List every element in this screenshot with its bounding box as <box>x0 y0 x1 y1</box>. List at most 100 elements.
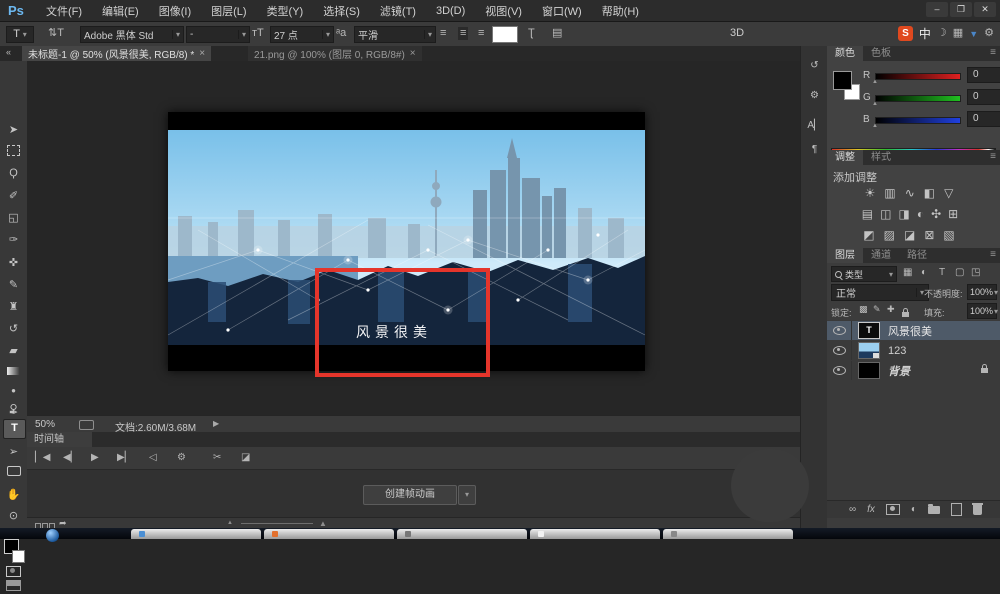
vibrance-icon[interactable]: ▽ <box>944 186 962 200</box>
split-clip-icon[interactable]: ✂ <box>213 452 221 463</box>
font-size-select[interactable]: 27 点▾ <box>270 26 334 43</box>
ime-logo-icon[interactable]: S <box>898 26 913 41</box>
green-value-field[interactable]: 0 <box>967 89 1000 105</box>
path-selection-tool[interactable]: ➢ <box>0 445 27 458</box>
lock-all-icon[interactable] <box>902 312 909 317</box>
ime-skin-icon[interactable]: ▼ <box>969 29 978 39</box>
background-color-swatch[interactable] <box>12 550 25 563</box>
tab-adjustments[interactable]: 调整 <box>827 150 863 165</box>
red-slider-thumb[interactable]: ▲ <box>872 79 878 85</box>
exposure-icon[interactable]: ◧ <box>924 186 944 200</box>
menu-help[interactable]: 帮助(H) <box>592 3 649 19</box>
text-layer-thumbnail[interactable]: T <box>858 322 880 339</box>
previous-frame-button[interactable]: ◀▏ <box>63 452 78 463</box>
zoom-tool[interactable]: ⊙ <box>0 509 27 522</box>
menu-type[interactable]: 类型(Y) <box>257 3 314 19</box>
photo-filter-icon[interactable]: ◐ <box>917 207 931 221</box>
minimize-button[interactable]: – <box>926 2 948 17</box>
align-center-icon[interactable]: ≡ <box>458 27 468 40</box>
filter-pixel-layers-icon[interactable]: ▦ <box>903 268 912 278</box>
next-frame-button[interactable]: ▶▏ <box>117 452 132 463</box>
filter-smart-object-icon[interactable]: ◳ <box>971 268 980 278</box>
align-right-icon[interactable]: ≡ <box>478 28 484 39</box>
color-lookup-icon[interactable]: ⊞ <box>948 207 965 221</box>
curves-icon[interactable]: ∿ <box>905 186 924 200</box>
layer-name[interactable]: 背景 <box>888 363 910 379</box>
green-slider-thumb[interactable]: ▲ <box>872 101 878 107</box>
color-balance-icon[interactable]: ◫ <box>880 207 898 221</box>
screen-mode-icon[interactable] <box>0 580 27 594</box>
green-slider[interactable] <box>875 95 961 102</box>
move-tool[interactable]: ➤ <box>0 123 27 136</box>
image-layer-thumbnail[interactable] <box>858 342 880 359</box>
history-panel-icon[interactable]: ↺ <box>801 60 828 71</box>
zoom-out-mountain-icon[interactable]: ▲ <box>227 520 233 526</box>
opacity-field[interactable]: 100% <box>967 284 997 300</box>
status-arrow-icon[interactable]: ▶ <box>213 419 219 428</box>
tab-styles[interactable]: 样式 <box>863 150 899 165</box>
visibility-eye-icon[interactable] <box>833 366 846 375</box>
layer-name[interactable]: 123 <box>888 345 906 357</box>
play-button[interactable]: ▶ <box>91 452 99 463</box>
red-slider[interactable] <box>875 73 961 80</box>
brightness-contrast-icon[interactable]: ☀ <box>865 186 885 200</box>
taskbar-app-button[interactable] <box>663 529 793 539</box>
menu-select[interactable]: 选择(S) <box>313 3 370 19</box>
properties-panel-icon[interactable]: ⚙ <box>801 90 828 101</box>
text-orientation-icon[interactable]: ⇅T <box>48 28 64 39</box>
audio-toggle-button[interactable]: ◁ <box>149 452 157 463</box>
filter-shape-layers-icon[interactable]: ▢ <box>955 268 964 278</box>
healing-brush-tool[interactable]: ✜ <box>0 256 27 269</box>
ime-cn-toggle[interactable]: 中 <box>919 25 931 42</box>
channel-mixer-icon[interactable]: ✣ <box>931 207 948 221</box>
warp-text-icon[interactable]: Ʈ <box>528 28 535 39</box>
filter-adjustment-layers-icon[interactable]: ◐ <box>921 268 927 278</box>
taskbar-app-button[interactable] <box>264 529 394 539</box>
threshold-icon[interactable]: ◪ <box>904 228 924 242</box>
red-value-field[interactable]: 0 <box>967 67 1000 83</box>
align-left-icon[interactable]: ≡ <box>440 28 446 39</box>
taskbar-app-button[interactable] <box>131 529 261 539</box>
menu-window[interactable]: 窗口(W) <box>532 3 592 19</box>
foreground-color-swatch[interactable] <box>833 71 852 90</box>
timeline-tab[interactable]: 时间轴 <box>27 432 92 447</box>
start-button[interactable] <box>46 529 59 542</box>
opacity-dropdown-icon[interactable]: ▾ <box>994 288 998 297</box>
clone-stamp-tool[interactable]: ♜ <box>0 300 27 313</box>
brush-tool[interactable]: ✎ <box>0 278 27 291</box>
link-layers-icon[interactable]: ∞ <box>849 505 856 515</box>
tab-paths[interactable]: 路径 <box>899 248 935 263</box>
doc-tab-inactive[interactable]: 21.png @ 100% (图层 0, RGB/8#) × <box>248 46 422 61</box>
doc-tab-close-icon[interactable]: × <box>199 48 205 59</box>
visibility-eye-icon[interactable] <box>833 326 846 335</box>
menu-layer[interactable]: 图层(L) <box>201 3 256 19</box>
blue-slider[interactable] <box>875 117 961 124</box>
taskbar-app-button[interactable] <box>397 529 527 539</box>
fill-dropdown-icon[interactable]: ▾ <box>994 307 998 316</box>
background-layer-thumbnail[interactable] <box>858 362 880 379</box>
ime-moon-icon[interactable]: ☽ <box>937 28 947 39</box>
first-frame-button[interactable]: ▏◀ <box>35 452 50 463</box>
fill-field[interactable]: 100% <box>967 303 997 319</box>
lasso-tool[interactable]: Ϙ <box>0 167 27 179</box>
timeline-zoom-slider[interactable] <box>241 523 313 524</box>
type-tool-selected[interactable]: T <box>3 419 26 439</box>
delete-layer-icon[interactable] <box>973 505 982 515</box>
add-layer-mask-icon[interactable] <box>886 504 900 515</box>
hand-tool[interactable]: ✋ <box>0 488 27 501</box>
anti-alias-select[interactable]: 平滑▾ <box>354 26 436 43</box>
marquee-tool[interactable] <box>0 145 27 159</box>
menu-filter[interactable]: 滤镜(T) <box>370 3 426 19</box>
menu-view[interactable]: 视图(V) <box>475 3 532 19</box>
black-white-icon[interactable]: ◨ <box>898 207 916 221</box>
layer-row-text[interactable]: T 风景很美 <box>827 321 1000 340</box>
taskbar-app-button[interactable] <box>530 529 660 539</box>
crop-tool[interactable]: ◱ <box>0 211 27 224</box>
gradient-map-icon[interactable]: ▧ <box>943 228 963 242</box>
blur-tool[interactable]: ● <box>0 386 27 395</box>
new-adjustment-layer-icon[interactable]: ◐ <box>911 505 917 515</box>
quick-selection-tool[interactable]: ✐ <box>0 189 27 202</box>
history-brush-tool[interactable]: ↺ <box>0 322 27 335</box>
character-panel-icon[interactable]: A▏ <box>801 120 828 131</box>
font-family-select[interactable]: Adobe 黑体 Std▾ <box>80 26 184 43</box>
